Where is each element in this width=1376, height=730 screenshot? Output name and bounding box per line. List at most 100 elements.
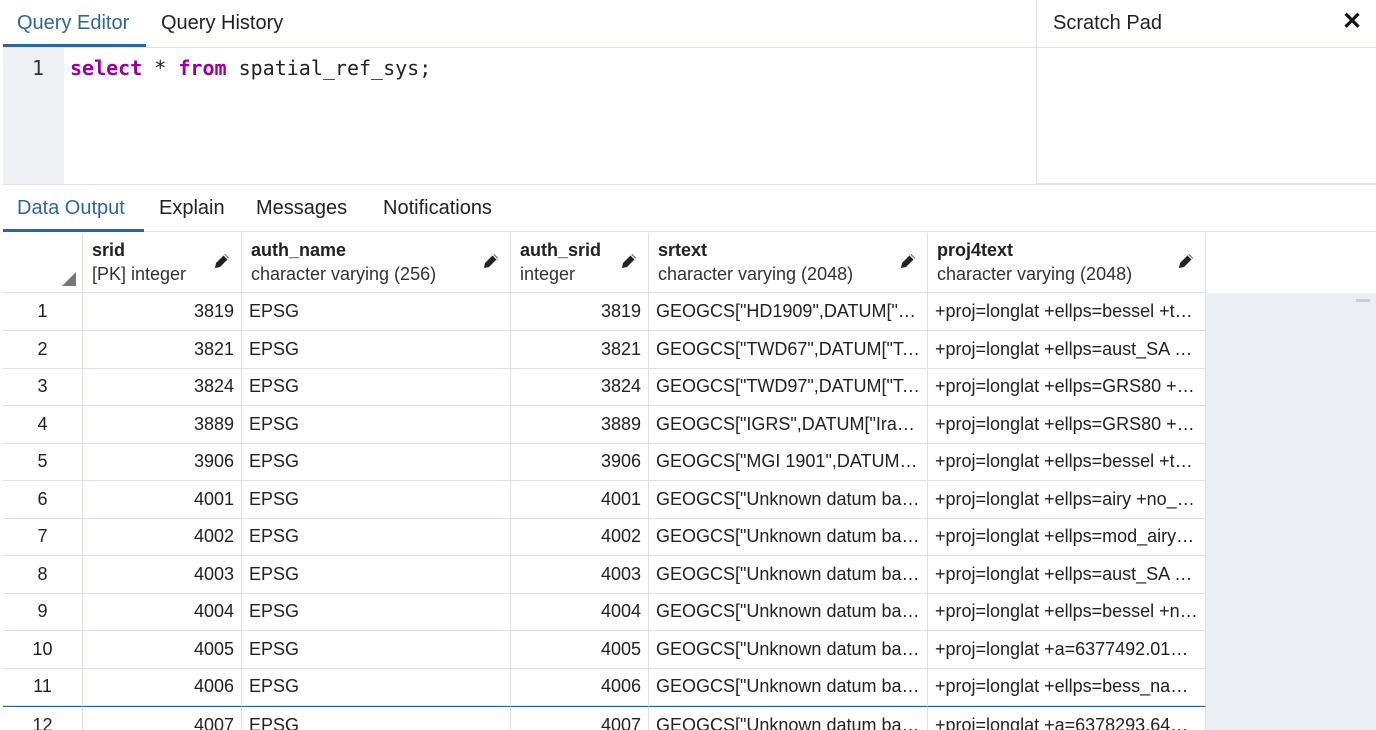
edit-pencil-icon[interactable] [619,251,639,271]
row-number[interactable]: 6 [3,480,83,519]
sql-code-line[interactable]: select * from spatial_ref_sys; [70,56,431,80]
table-cell-auth_srid[interactable]: 4006 [511,668,649,706]
table-cell-auth_srid[interactable]: 4004 [511,593,649,631]
table-cell-srtext[interactable]: GEOGCS["Unknown datum bas… [649,518,928,556]
scrollbar[interactable] [1356,299,1370,302]
row-number[interactable]: 10 [3,630,83,669]
table-cell-auth_srid[interactable]: 3889 [511,405,649,444]
table-cell-srtext[interactable]: GEOGCS["Unknown datum bas… [649,480,928,519]
table-cell-proj4text[interactable]: +proj=longlat +ellps=mod_airy … [928,518,1206,556]
table-row[interactable]: 2 3821 EPSG 3821 GEOGCS["TWD67",DATUM["Tai… +… [3,330,1206,369]
table-cell-proj4text[interactable]: +proj=longlat +ellps=airy +no_d… [928,480,1206,519]
edit-pencil-icon[interactable] [481,251,501,271]
table-cell-auth_name[interactable]: EPSG [242,518,511,556]
table-cell-proj4text[interactable]: +proj=longlat +a=6378293.645… [928,705,1206,730]
column-header-0[interactable]: srid [PK] integer [83,233,242,293]
table-cell-srtext[interactable]: GEOGCS["TWD97",DATUM["Tai… [649,368,928,406]
row-number[interactable]: 2 [3,330,83,369]
close-icon[interactable]: ✕ [1342,10,1362,34]
table-cell-srid[interactable]: 3824 [83,368,242,406]
table-cell-srtext[interactable]: GEOGCS["Unknown datum bas… [649,668,928,706]
column-header-3[interactable]: srtext character varying (2048) [649,233,928,293]
table-row[interactable]: 11 4006 EPSG 4006 GEOGCS["Unknown datum bas…… [3,668,1206,706]
table-cell-auth_name[interactable]: EPSG [242,293,511,331]
table-cell-srid[interactable]: 4003 [83,555,242,594]
table-cell-srtext[interactable]: GEOGCS["Unknown datum bas… [649,555,928,594]
table-cell-auth_name[interactable]: EPSG [242,668,511,706]
table-cell-proj4text[interactable]: +proj=longlat +ellps=aust_SA +… [928,555,1206,594]
table-cell-auth_name[interactable]: EPSG [242,555,511,594]
tab-query-history[interactable]: Query History [161,0,283,47]
table-cell-auth_srid[interactable]: 3906 [511,443,649,481]
row-number[interactable]: 8 [3,555,83,594]
table-cell-auth_srid[interactable]: 3819 [511,293,649,331]
edit-pencil-icon[interactable] [898,251,918,271]
table-cell-srtext[interactable]: GEOGCS["Unknown datum bas… [649,705,928,730]
table-cell-auth_name[interactable]: EPSG [242,330,511,369]
column-header-1[interactable]: auth_name character varying (256) [242,233,511,293]
table-cell-srid[interactable]: 3819 [83,293,242,331]
edit-pencil-icon[interactable] [1176,251,1196,271]
row-number[interactable]: 9 [3,593,83,631]
table-cell-auth_srid[interactable]: 4002 [511,518,649,556]
table-cell-srtext[interactable]: GEOGCS["MGI 1901",DATUM["… [649,443,928,481]
sql-editor[interactable]: 1 select * from spatial_ref_sys; [3,48,1036,184]
table-cell-proj4text[interactable]: +proj=longlat +ellps=GRS80 +t… [928,368,1206,406]
table-cell-auth_srid[interactable]: 4005 [511,630,649,669]
table-cell-auth_srid[interactable]: 4003 [511,555,649,594]
table-row[interactable]: 8 4003 EPSG 4003 GEOGCS["Unknown datum bas… +… [3,555,1206,594]
table-cell-auth_srid[interactable]: 3821 [511,330,649,369]
row-number[interactable]: 3 [3,368,83,406]
table-cell-srid[interactable]: 4006 [83,668,242,706]
table-cell-auth_srid[interactable]: 4007 [511,705,649,730]
table-cell-srid[interactable]: 4005 [83,630,242,669]
edit-pencil-icon[interactable] [212,251,232,271]
select-all-corner[interactable] [3,233,83,293]
column-header-4[interactable]: proj4text character varying (2048) [928,233,1206,293]
table-cell-proj4text[interactable]: +proj=longlat +ellps=bessel +to… [928,443,1206,481]
tab-notifications[interactable]: Notifications [383,185,492,232]
row-number[interactable]: 7 [3,518,83,556]
table-cell-proj4text[interactable]: +proj=longlat +ellps=bessel +to… [928,293,1206,331]
table-cell-srid[interactable]: 4007 [83,705,242,730]
row-number[interactable]: 1 [3,293,83,331]
table-row[interactable]: 7 4002 EPSG 4002 GEOGCS["Unknown datum bas… +… [3,518,1206,556]
table-cell-auth_srid[interactable]: 4001 [511,480,649,519]
table-cell-srtext[interactable]: GEOGCS["IGRS",DATUM["Iraqi_… [649,405,928,444]
row-number[interactable]: 12 [3,705,83,730]
table-row[interactable]: 12 4007 EPSG 4007 GEOGCS["Unknown datum bas…… [3,705,1206,730]
row-number[interactable]: 5 [3,443,83,481]
tab-messages[interactable]: Messages [256,185,347,232]
table-cell-srid[interactable]: 4004 [83,593,242,631]
table-row[interactable]: 1 3819 EPSG 3819 GEOGCS["HD1909",DATUM["Hu… +… [3,293,1206,331]
table-cell-auth_name[interactable]: EPSG [242,368,511,406]
column-header-2[interactable]: auth_srid integer [511,233,649,293]
table-row[interactable]: 10 4005 EPSG 4005 GEOGCS["Unknown datum bas…… [3,630,1206,669]
table-row[interactable]: 9 4004 EPSG 4004 GEOGCS["Unknown datum bas… +… [3,593,1206,631]
table-cell-srid[interactable]: 4001 [83,480,242,519]
table-cell-srtext[interactable]: GEOGCS["TWD67",DATUM["Tai… [649,330,928,369]
tab-data-output[interactable]: Data Output [3,185,144,232]
table-cell-auth_name[interactable]: EPSG [242,443,511,481]
table-cell-srtext[interactable]: GEOGCS["HD1909",DATUM["Hu… [649,293,928,331]
table-cell-srtext[interactable]: GEOGCS["Unknown datum bas… [649,630,928,669]
table-cell-proj4text[interactable]: +proj=longlat +a=6377492.018 … [928,630,1206,669]
table-cell-proj4text[interactable]: +proj=longlat +ellps=bess_nam… [928,668,1206,706]
table-cell-auth_srid[interactable]: 3824 [511,368,649,406]
row-number[interactable]: 4 [3,405,83,444]
tab-explain[interactable]: Explain [159,185,225,232]
table-cell-proj4text[interactable]: +proj=longlat +ellps=GRS80 +t… [928,405,1206,444]
table-cell-srid[interactable]: 4002 [83,518,242,556]
row-number[interactable]: 11 [3,668,83,706]
table-cell-srid[interactable]: 3821 [83,330,242,369]
table-cell-srtext[interactable]: GEOGCS["Unknown datum bas… [649,593,928,631]
table-cell-auth_name[interactable]: EPSG [242,705,511,730]
tab-query-editor[interactable]: Query Editor [3,0,146,47]
table-row[interactable]: 6 4001 EPSG 4001 GEOGCS["Unknown datum bas… +… [3,480,1206,519]
table-cell-proj4text[interactable]: +proj=longlat +ellps=aust_SA +… [928,330,1206,369]
table-cell-srid[interactable]: 3906 [83,443,242,481]
table-row[interactable]: 4 3889 EPSG 3889 GEOGCS["IGRS",DATUM["Iraqi_… [3,405,1206,444]
table-cell-auth_name[interactable]: EPSG [242,480,511,519]
table-cell-srid[interactable]: 3889 [83,405,242,444]
table-cell-auth_name[interactable]: EPSG [242,593,511,631]
